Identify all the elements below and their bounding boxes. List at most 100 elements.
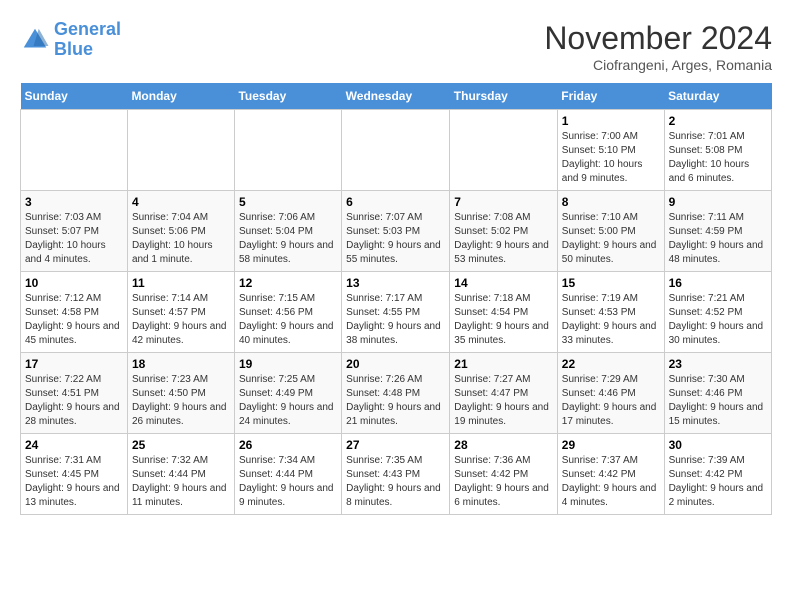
calendar-cell [234, 110, 341, 191]
day-info: Sunrise: 7:14 AM Sunset: 4:57 PM Dayligh… [132, 292, 230, 348]
calendar-cell: 6Sunrise: 7:07 AM Sunset: 5:03 PM Daylig… [342, 191, 450, 272]
calendar-cell: 5 Sunrise: 7:06 AM Sunset: 5:04 PM Daylig… [234, 191, 341, 272]
day-number: 26 [239, 438, 337, 452]
calendar-cell [342, 110, 450, 191]
day-info: Sunrise: 7:06 AM Sunset: 5:04 PM Dayligh… [239, 211, 337, 267]
calendar-cell: 23Sunrise: 7:30 AM Sunset: 4:46 PM Dayli… [664, 353, 771, 434]
day-info: Sunrise: 7:35 AM Sunset: 4:43 PM Dayligh… [346, 454, 445, 510]
calendar-cell: 10 Sunrise: 7:12 AM Sunset: 4:58 PM Dayli… [21, 272, 128, 353]
day-number: 25 [132, 438, 230, 452]
header-row: SundayMondayTuesdayWednesdayThursdayFrid… [21, 83, 772, 110]
logo-line2: Blue [54, 39, 93, 59]
calendar-cell: 2 Sunrise: 7:01 AM Sunset: 5:08 PM Daylig… [664, 110, 771, 191]
calendar-cell: 13 Sunrise: 7:17 AM Sunset: 4:55 PM Dayli… [342, 272, 450, 353]
day-number: 8 [562, 195, 660, 209]
calendar-cell: 11 Sunrise: 7:14 AM Sunset: 4:57 PM Dayli… [127, 272, 234, 353]
calendar-cell: 30 Sunrise: 7:39 AM Sunset: 4:42 PM Dayli… [664, 434, 771, 515]
day-number: 5 [239, 195, 337, 209]
calendar-cell: 12Sunrise: 7:15 AM Sunset: 4:56 PM Dayli… [234, 272, 341, 353]
day-of-week-header: Friday [557, 83, 664, 110]
day-number: 22 [562, 357, 660, 371]
calendar-cell: 26 Sunrise: 7:34 AM Sunset: 4:44 PM Dayli… [234, 434, 341, 515]
location-subtitle: Ciofrangeni, Arges, Romania [544, 57, 772, 73]
logo: General Blue [20, 20, 121, 60]
day-number: 27 [346, 438, 445, 452]
day-of-week-header: Tuesday [234, 83, 341, 110]
calendar-header: SundayMondayTuesdayWednesdayThursdayFrid… [21, 83, 772, 110]
calendar-table: SundayMondayTuesdayWednesdayThursdayFrid… [20, 83, 772, 515]
day-number: 29 [562, 438, 660, 452]
logo-line1: General [54, 19, 121, 39]
page-header: General Blue November 2024 Ciofrangeni, … [20, 20, 772, 73]
day-number: 10 [25, 276, 123, 290]
logo-icon [20, 25, 50, 55]
calendar-cell: 18 Sunrise: 7:23 AM Sunset: 4:50 PM Dayli… [127, 353, 234, 434]
day-number: 23 [669, 357, 767, 371]
day-info: Sunrise: 7:22 AM Sunset: 4:51 PM Dayligh… [25, 373, 123, 429]
day-info: Sunrise: 7:25 AM Sunset: 4:49 PM Dayligh… [239, 373, 337, 429]
calendar-cell: 21 Sunrise: 7:27 AM Sunset: 4:47 PM Dayli… [450, 353, 558, 434]
day-number: 13 [346, 276, 445, 290]
day-of-week-header: Monday [127, 83, 234, 110]
day-info: Sunrise: 7:08 AM Sunset: 5:02 PM Dayligh… [454, 211, 553, 267]
calendar-week-row: 3 Sunrise: 7:03 AM Sunset: 5:07 PM Daylig… [21, 191, 772, 272]
calendar-cell: 3 Sunrise: 7:03 AM Sunset: 5:07 PM Daylig… [21, 191, 128, 272]
calendar-cell: 25Sunrise: 7:32 AM Sunset: 4:44 PM Dayli… [127, 434, 234, 515]
calendar-cell: 9Sunrise: 7:11 AM Sunset: 4:59 PM Daylig… [664, 191, 771, 272]
day-info: Sunrise: 7:23 AM Sunset: 4:50 PM Dayligh… [132, 373, 230, 429]
day-info: Sunrise: 7:04 AM Sunset: 5:06 PM Dayligh… [132, 211, 230, 267]
day-number: 24 [25, 438, 123, 452]
calendar-cell: 8Sunrise: 7:10 AM Sunset: 5:00 PM Daylig… [557, 191, 664, 272]
day-number: 19 [239, 357, 337, 371]
day-info: Sunrise: 7:31 AM Sunset: 4:45 PM Dayligh… [25, 454, 123, 510]
calendar-cell [450, 110, 558, 191]
day-info: Sunrise: 7:18 AM Sunset: 4:54 PM Dayligh… [454, 292, 553, 348]
day-info: Sunrise: 7:19 AM Sunset: 4:53 PM Dayligh… [562, 292, 660, 348]
day-info: Sunrise: 7:21 AM Sunset: 4:52 PM Dayligh… [669, 292, 767, 348]
day-info: Sunrise: 7:29 AM Sunset: 4:46 PM Dayligh… [562, 373, 660, 429]
logo-text: General Blue [54, 20, 121, 60]
calendar-cell: 19 Sunrise: 7:25 AM Sunset: 4:49 PM Dayli… [234, 353, 341, 434]
title-block: November 2024 Ciofrangeni, Arges, Romani… [544, 20, 772, 73]
calendar-cell: 29 Sunrise: 7:37 AM Sunset: 4:42 PM Dayli… [557, 434, 664, 515]
day-info: Sunrise: 7:00 AM Sunset: 5:10 PM Dayligh… [562, 130, 660, 186]
day-number: 14 [454, 276, 553, 290]
calendar-body: 1Sunrise: 7:00 AM Sunset: 5:10 PM Daylig… [21, 110, 772, 515]
day-number: 3 [25, 195, 123, 209]
day-number: 7 [454, 195, 553, 209]
day-info: Sunrise: 7:36 AM Sunset: 4:42 PM Dayligh… [454, 454, 553, 510]
calendar-cell: 17 Sunrise: 7:22 AM Sunset: 4:51 PM Dayli… [21, 353, 128, 434]
day-number: 30 [669, 438, 767, 452]
day-of-week-header: Saturday [664, 83, 771, 110]
month-title: November 2024 [544, 20, 772, 57]
day-number: 18 [132, 357, 230, 371]
day-number: 21 [454, 357, 553, 371]
day-info: Sunrise: 7:15 AM Sunset: 4:56 PM Dayligh… [239, 292, 337, 348]
day-info: Sunrise: 7:39 AM Sunset: 4:42 PM Dayligh… [669, 454, 767, 510]
calendar-cell [21, 110, 128, 191]
calendar-week-row: 10 Sunrise: 7:12 AM Sunset: 4:58 PM Dayli… [21, 272, 772, 353]
day-info: Sunrise: 7:17 AM Sunset: 4:55 PM Dayligh… [346, 292, 445, 348]
day-number: 16 [669, 276, 767, 290]
calendar-cell: 4Sunrise: 7:04 AM Sunset: 5:06 PM Daylig… [127, 191, 234, 272]
day-info: Sunrise: 7:34 AM Sunset: 4:44 PM Dayligh… [239, 454, 337, 510]
day-info: Sunrise: 7:12 AM Sunset: 4:58 PM Dayligh… [25, 292, 123, 348]
calendar-cell: 1Sunrise: 7:00 AM Sunset: 5:10 PM Daylig… [557, 110, 664, 191]
day-number: 15 [562, 276, 660, 290]
day-number: 20 [346, 357, 445, 371]
day-info: Sunrise: 7:03 AM Sunset: 5:07 PM Dayligh… [25, 211, 123, 267]
day-info: Sunrise: 7:01 AM Sunset: 5:08 PM Dayligh… [669, 130, 767, 186]
calendar-cell [127, 110, 234, 191]
calendar-week-row: 24 Sunrise: 7:31 AM Sunset: 4:45 PM Dayli… [21, 434, 772, 515]
day-number: 2 [669, 114, 767, 128]
calendar-cell: 15 Sunrise: 7:19 AM Sunset: 4:53 PM Dayli… [557, 272, 664, 353]
calendar-cell: 14 Sunrise: 7:18 AM Sunset: 4:54 PM Dayli… [450, 272, 558, 353]
day-number: 17 [25, 357, 123, 371]
day-of-week-header: Thursday [450, 83, 558, 110]
day-info: Sunrise: 7:27 AM Sunset: 4:47 PM Dayligh… [454, 373, 553, 429]
day-info: Sunrise: 7:26 AM Sunset: 4:48 PM Dayligh… [346, 373, 445, 429]
day-number: 11 [132, 276, 230, 290]
day-info: Sunrise: 7:37 AM Sunset: 4:42 PM Dayligh… [562, 454, 660, 510]
day-number: 28 [454, 438, 553, 452]
day-of-week-header: Wednesday [342, 83, 450, 110]
